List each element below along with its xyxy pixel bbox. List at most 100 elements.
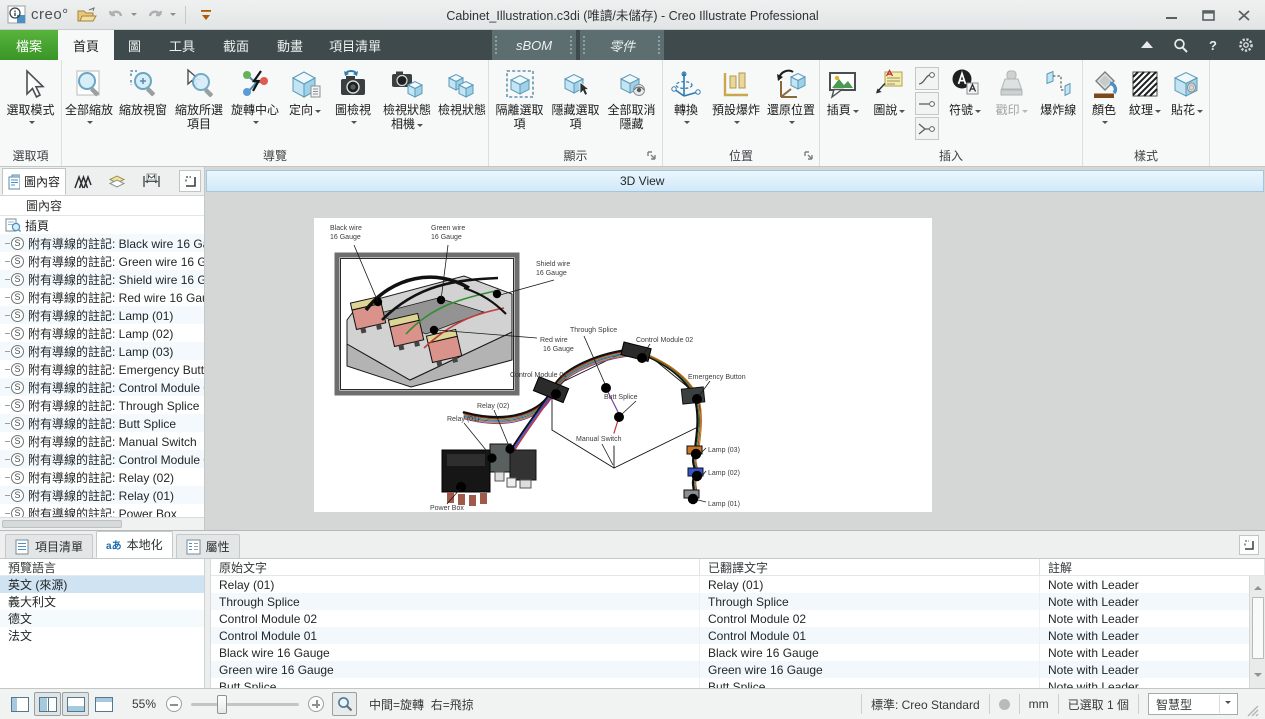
scroll-down-arrow[interactable] xyxy=(1254,673,1262,681)
bottom-panel-dock-button[interactable] xyxy=(1239,535,1259,555)
scroll-up-arrow[interactable] xyxy=(1254,582,1262,590)
tree-item-note[interactable]: S附有導線的註記: Black wire 16 Gauge xyxy=(0,234,204,252)
zoom-in-button[interactable] xyxy=(308,696,324,712)
tab-section[interactable]: 截面 xyxy=(209,30,263,60)
tab-layers[interactable] xyxy=(100,168,134,195)
table-row[interactable]: Black wire 16 Gauge Black wire 16 Gauge … xyxy=(211,644,1265,661)
insert-symbol-button[interactable]: 符號 xyxy=(941,63,989,117)
selection-filter-combo[interactable]: 智慧型 xyxy=(1148,693,1238,715)
tab-animation[interactable]: 動畫 xyxy=(263,30,317,60)
view-state-button[interactable]: 檢視狀態 xyxy=(436,63,488,117)
tree-horizontal-scrollbar[interactable] xyxy=(0,517,204,530)
redo-button[interactable] xyxy=(144,4,166,26)
scrollbar-thumb[interactable] xyxy=(2,520,122,528)
standard-indicator[interactable]: 標準: Creo Standard xyxy=(871,696,980,713)
collapse-ribbon-button[interactable] xyxy=(1138,36,1156,54)
tree-item-note[interactable]: S附有導線的註記: Red wire 16 Gauge xyxy=(0,288,204,306)
zoom-selected-button[interactable]: 縮放所選項目 xyxy=(170,63,228,131)
spin-center-button[interactable]: 旋轉中心 xyxy=(228,63,282,126)
insert-stamp-button[interactable]: 戳印 xyxy=(989,63,1035,117)
layout-horizontal-split-button[interactable] xyxy=(62,692,89,716)
view-window-header[interactable]: 3D View xyxy=(206,170,1264,192)
tree-item-note[interactable]: S附有導線的註記: Shield wire 16 Gauge xyxy=(0,270,204,288)
tree-item-note[interactable]: S附有導線的註記: Lamp (03) xyxy=(0,342,204,360)
explode-lines-button[interactable]: 爆炸線 xyxy=(1034,63,1082,117)
tab-figure-contents[interactable]: 圖內容 xyxy=(2,168,66,195)
display-dialog-launcher[interactable] xyxy=(646,150,658,162)
layout-vertical-split-button[interactable] xyxy=(34,692,61,716)
column-header-source[interactable]: 原始文字 xyxy=(211,559,700,575)
orient-button[interactable]: 定向 xyxy=(282,63,328,117)
undo-button[interactable] xyxy=(105,4,127,26)
tree-item-note[interactable]: S附有導線的註記: Relay (02) xyxy=(0,468,204,486)
tree-item-note[interactable]: S附有導線的註記: Lamp (01) xyxy=(0,306,204,324)
help-button[interactable]: ? xyxy=(1204,36,1222,54)
tree-item-note[interactable]: S附有導線的註記: Power Box xyxy=(0,504,204,517)
table-row[interactable]: Control Module 01 Control Module 01 Note… xyxy=(211,627,1265,644)
zoom-all-button[interactable]: 全部縮放 xyxy=(62,63,116,126)
layout-full-button[interactable] xyxy=(90,692,117,716)
zoom-out-button[interactable] xyxy=(166,696,182,712)
position-dialog-launcher[interactable] xyxy=(803,150,815,162)
insert-callout-button[interactable]: 圖說 xyxy=(866,63,914,117)
zoom-window-button[interactable]: 縮放視窗 xyxy=(116,63,170,117)
color-button[interactable]: 顏色 xyxy=(1084,63,1124,126)
undo-dropdown-arrow-icon[interactable] xyxy=(131,13,137,19)
default-explode-button[interactable]: 預設爆炸 xyxy=(708,63,764,126)
panel-dock-button[interactable] xyxy=(179,170,201,192)
leader-style-straight-button[interactable] xyxy=(915,92,939,115)
tree-item-note[interactable]: S附有導線的註記: Green wire 16 Gauge xyxy=(0,252,204,270)
tab-localization[interactable]: aあ 本地化 xyxy=(96,531,173,558)
customize-toolbar-button[interactable] xyxy=(195,4,217,26)
3d-canvas[interactable]: Black wire 16 Gauge Green wire 16 Gauge … xyxy=(205,192,1265,530)
table-row[interactable]: Control Module 02 Control Module 02 Note… xyxy=(211,610,1265,627)
tab-tools[interactable]: 工具 xyxy=(155,30,209,60)
redo-dropdown-arrow-icon[interactable] xyxy=(170,13,176,19)
isolate-selected-button[interactable]: 隔離選取項 xyxy=(492,63,548,131)
unhide-all-button[interactable]: 全部取消隱藏 xyxy=(604,63,660,131)
layout-single-button[interactable] xyxy=(6,692,33,716)
table-vertical-scrollbar[interactable] xyxy=(1249,576,1265,688)
restore-position-button[interactable]: 還原位置 xyxy=(764,63,818,126)
table-row[interactable]: Butt Splice Butt Splice Note with Leader xyxy=(211,678,1265,688)
tab-animations[interactable] xyxy=(66,168,100,195)
tree-item-note[interactable]: S附有導線的註記: Through Splice xyxy=(0,396,204,414)
resize-grip-icon[interactable] xyxy=(1246,704,1259,717)
tree-item-note[interactable]: S附有導線的註記: Manual Switch xyxy=(0,432,204,450)
figure-view-button[interactable]: 圖檢視 xyxy=(328,63,378,126)
leader-style-branch-button[interactable] xyxy=(915,117,939,140)
search-button[interactable] xyxy=(1171,36,1189,54)
open-button[interactable] xyxy=(76,4,98,26)
tab-parts[interactable]: 零件 xyxy=(580,30,664,60)
zoom-slider-thumb[interactable] xyxy=(217,695,227,714)
tree-item-note[interactable]: S附有導線的註記: Lamp (02) xyxy=(0,324,204,342)
texture-button[interactable]: 紋理 xyxy=(1124,63,1166,117)
tab-home[interactable]: 首頁 xyxy=(58,30,114,60)
select-mode-button[interactable]: 選取模式 xyxy=(2,63,60,126)
scrollbar-thumb[interactable] xyxy=(1252,597,1264,659)
hide-selected-button[interactable]: 隱藏選取項 xyxy=(548,63,604,131)
language-row[interactable]: 義大利文 xyxy=(0,593,204,610)
maximize-button[interactable] xyxy=(1195,4,1221,26)
tree-item-note[interactable]: S附有導線的註記: Relay (01) xyxy=(0,486,204,504)
table-row[interactable]: Green wire 16 Gauge Green wire 16 Gauge … xyxy=(211,661,1265,678)
table-row[interactable]: Relay (01) Relay (01) Note with Leader xyxy=(211,576,1265,593)
insert-figure-button[interactable]: 插頁 xyxy=(820,63,866,117)
language-row[interactable]: 法文 xyxy=(0,627,204,644)
zoom-slider[interactable] xyxy=(191,703,299,706)
tree-item-note[interactable]: S附有導線的註記: Control Module 01 xyxy=(0,450,204,468)
language-row[interactable]: 英文 (來源) xyxy=(0,576,204,593)
leader-style-elbow-button[interactable] xyxy=(915,67,939,90)
column-header-translated[interactable]: 已翻譯文字 xyxy=(700,559,1040,575)
tree-item-note[interactable]: S附有導線的註記: Emergency Button xyxy=(0,360,204,378)
language-row[interactable]: 德文 xyxy=(0,610,204,627)
tree-item-note[interactable]: S附有導線的註記: Butt Splice xyxy=(0,414,204,432)
tab-file[interactable]: 檔案 xyxy=(0,30,58,60)
column-header-comment[interactable]: 註解 xyxy=(1040,559,1265,575)
decal-button[interactable]: 貼花 xyxy=(1166,63,1208,117)
settings-button[interactable] xyxy=(1237,36,1255,54)
tab-item-list-panel[interactable]: 項目清單 xyxy=(5,534,93,558)
tab-sbom[interactable]: sBOM xyxy=(492,30,576,60)
view-state-camera-button[interactable]: 檢視狀態相機 xyxy=(378,63,436,131)
tab-properties[interactable]: 屬性 xyxy=(176,534,240,558)
